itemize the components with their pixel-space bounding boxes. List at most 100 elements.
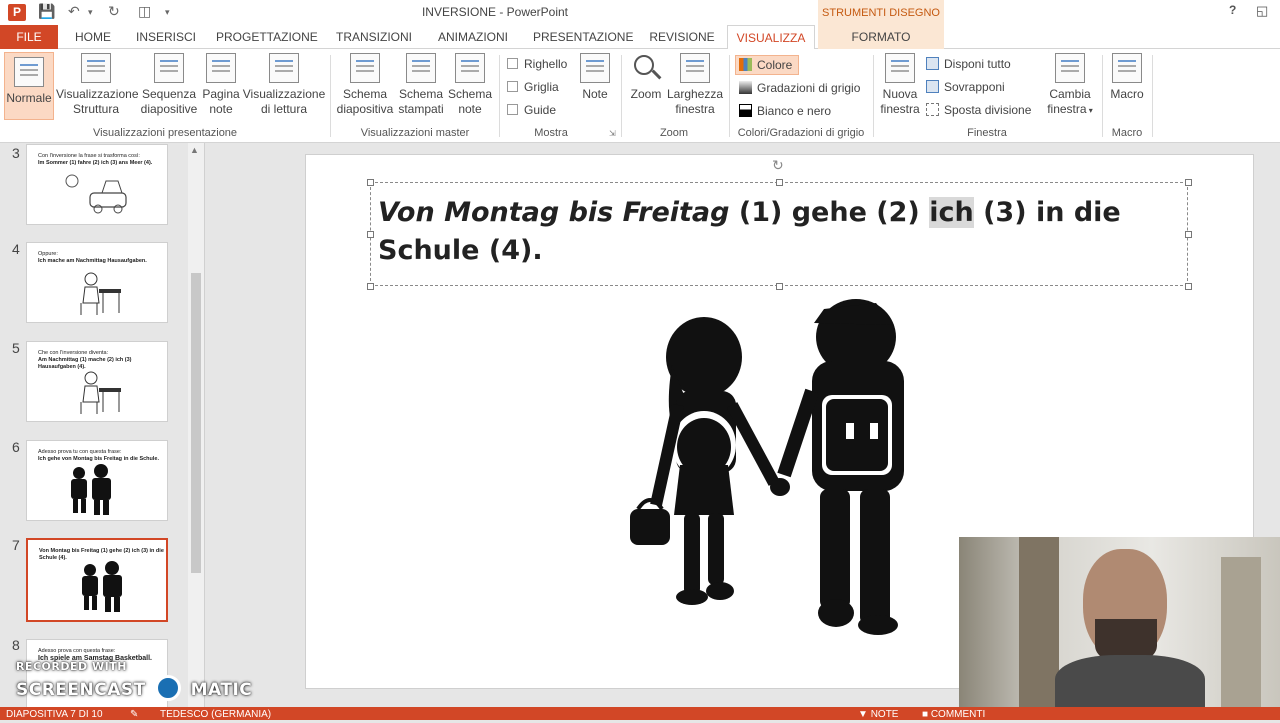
group-separator	[873, 55, 874, 137]
group-separator	[621, 55, 622, 137]
grayscale-button[interactable]: Gradazioni di grigio	[739, 81, 860, 95]
slide-thumbnail-7[interactable]: Von Montag bis Freitag (1) gehe (2) ich …	[26, 538, 168, 622]
move-split-button[interactable]: Sposta divisione	[926, 103, 1031, 117]
outline-view-icon	[81, 53, 111, 83]
tab-revisione[interactable]: REVISIONE	[648, 25, 716, 49]
handout-master-icon	[406, 53, 436, 83]
cascade-button[interactable]: Sovrapponi	[926, 80, 1005, 94]
thumbnail-scrollbar[interactable]: ▲	[188, 143, 204, 707]
presenter-shirt	[1055, 655, 1205, 707]
tab-inserisci[interactable]: INSERISCI	[135, 25, 197, 49]
screencast-logo-icon	[155, 675, 182, 701]
resize-handle[interactable]	[1185, 231, 1192, 238]
grayscale-swatch-icon	[739, 81, 752, 94]
thumbnail-number: 7	[12, 537, 20, 553]
tab-presentazione[interactable]: PRESENTAZIONE	[533, 25, 633, 49]
help-icon[interactable]: ?	[1229, 3, 1236, 17]
tab-home[interactable]: HOME	[72, 25, 114, 49]
ruler-checkbox[interactable]: Righello	[507, 57, 567, 71]
slide-thumbnail-3[interactable]: Con l'inversione la frase si trasforma c…	[26, 144, 168, 225]
resize-handle[interactable]	[1185, 283, 1192, 290]
zoom-button[interactable]: Zoom	[626, 53, 666, 102]
children-silhouette-illustration	[71, 464, 111, 515]
comments-toggle[interactable]: ■ COMMENTI	[922, 707, 985, 723]
handout-master-button[interactable]: Schema stampati	[396, 53, 446, 117]
notes-page-button[interactable]: Pagina note	[200, 53, 242, 117]
move-split-icon	[926, 103, 939, 116]
children-walking-silhouette-image	[630, 299, 904, 635]
fit-to-window-button[interactable]: Larghezza finestra	[666, 53, 724, 117]
spelling-icon[interactable]: ✎	[130, 707, 138, 723]
group-label-color: Colori/Gradazioni di grigio	[737, 127, 865, 139]
notes-master-button[interactable]: Schema note	[446, 53, 494, 117]
arrange-all-button[interactable]: Disponi tutto	[926, 57, 1011, 71]
resize-handle[interactable]	[776, 179, 783, 186]
notes-icon	[580, 53, 610, 83]
children-silhouette-illustration	[82, 561, 122, 612]
slide-thumbnail-5[interactable]: Che con l'inversione diventa: Am Nachmitt…	[26, 341, 168, 422]
thumbnail-number: 4	[12, 241, 20, 257]
tab-visualizza[interactable]: VISUALIZZA	[727, 25, 815, 50]
slide-sorter-icon	[154, 53, 184, 83]
switch-windows-button[interactable]: Cambia finestra ▾	[1042, 53, 1098, 118]
resize-handle[interactable]	[367, 283, 374, 290]
group-label-window: Finestra	[967, 127, 1007, 139]
scroll-up-arrow-icon[interactable]: ▲	[190, 145, 199, 155]
thumbnail-number: 3	[12, 145, 20, 161]
resize-handle[interactable]	[367, 231, 374, 238]
slide-text-time-phrase: Von Montag bis Freitag	[378, 197, 730, 228]
status-bar: DIAPOSITIVA 7 DI 10 ✎ TEDESCO (GERMANIA)…	[0, 707, 1280, 720]
resize-handle[interactable]	[1185, 179, 1192, 186]
normal-view-icon	[14, 57, 44, 87]
macro-button[interactable]: Macro	[1106, 53, 1148, 102]
notes-toggle[interactable]: ▼ NOTE	[858, 707, 898, 723]
new-window-button[interactable]: Nuova finestra	[878, 53, 922, 117]
slide-master-button[interactable]: Schema diapositiva	[334, 53, 396, 117]
notes-button[interactable]: Note	[577, 53, 613, 102]
tab-progettazione[interactable]: PROGETTAZIONE	[216, 25, 318, 49]
black-white-swatch-icon	[739, 104, 752, 117]
resize-handle[interactable]	[367, 179, 374, 186]
normale-view-button[interactable]: Normale	[4, 52, 54, 120]
ribbon-display-options-icon[interactable]: ◱	[1256, 3, 1268, 19]
resize-handle[interactable]	[776, 283, 783, 290]
guides-checkbox[interactable]: Guide	[507, 103, 556, 117]
color-button[interactable]: Colore	[735, 55, 800, 75]
drawing-tools-context-title: STRUMENTI DISEGNO	[818, 0, 944, 25]
notes-master-icon	[455, 53, 485, 83]
arrange-all-icon	[926, 57, 939, 70]
macro-icon	[1112, 53, 1142, 83]
tab-animazioni[interactable]: ANIMAZIONI	[434, 25, 512, 49]
tab-formato[interactable]: FORMATO	[818, 25, 944, 49]
group-label-presentation-views: Visualizzazioni presentazione	[92, 127, 238, 139]
slide-thumbnail-6[interactable]: Adesso prova tu con questa frase: Ich geh…	[26, 440, 168, 521]
slide-master-icon	[350, 53, 380, 83]
tab-transizioni[interactable]: TRANSIZIONI	[335, 25, 413, 49]
slide-sentence[interactable]: Von Montag bis Freitag (1) gehe (2) ich …	[378, 194, 1178, 270]
student-desk-illustration	[80, 272, 121, 315]
outline-view-button[interactable]: Visualizzazione Struttura	[56, 53, 139, 117]
group-label-zoom: Zoom	[659, 127, 689, 139]
group-label-macro: Macro	[1111, 127, 1143, 139]
reading-view-icon	[269, 53, 299, 83]
black-and-white-button[interactable]: Bianco e nero	[739, 104, 831, 118]
switch-windows-icon	[1055, 53, 1085, 83]
reading-view-button[interactable]: Visualizzazione di lettura	[242, 53, 326, 117]
checkbox-box	[507, 104, 518, 115]
webcam-overlay	[959, 537, 1280, 707]
scrollbar-thumb[interactable]	[191, 273, 201, 573]
dialog-launcher-icon[interactable]: ⇲	[609, 129, 616, 138]
tab-file[interactable]: FILE	[0, 25, 58, 49]
thumbnail-number: 5	[12, 340, 20, 356]
slide-thumbnail-4[interactable]: Oppure: Ich mache am Nachmittag Hausaufga…	[26, 242, 168, 323]
slide-sorter-button[interactable]: Sequenza diapositive	[138, 53, 200, 117]
new-window-icon	[885, 53, 915, 83]
screencast-watermark: RECORDED WITH SCREENCAST MATIC	[16, 660, 253, 701]
rotate-handle-icon[interactable]: ↻	[772, 157, 784, 174]
slide-text-highlight: ich	[929, 197, 974, 228]
group-separator	[499, 55, 500, 137]
gridlines-checkbox[interactable]: Griglia	[507, 80, 559, 94]
cascade-icon	[926, 80, 939, 93]
language-indicator[interactable]: TEDESCO (GERMANIA)	[160, 707, 271, 723]
student-desk-illustration	[80, 371, 121, 414]
